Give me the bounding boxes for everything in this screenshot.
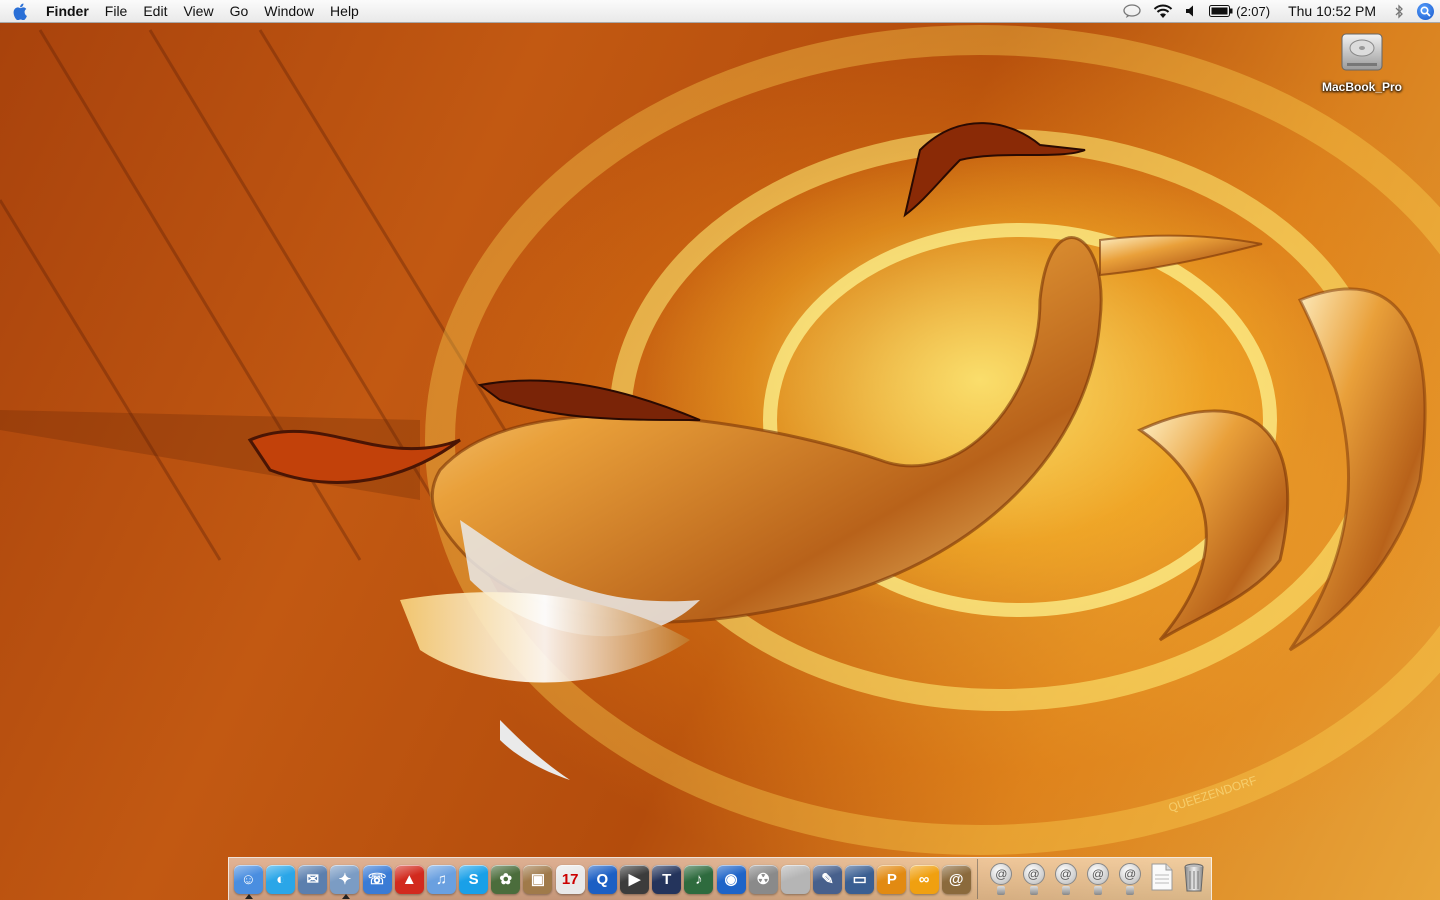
dock-item-mail-folder-5[interactable]: @: [1115, 861, 1146, 897]
iphoto-icon: ✿: [491, 864, 521, 894]
network-globe-icon: ◉: [716, 864, 746, 894]
menu-clock[interactable]: Thu 10:52 PM: [1280, 0, 1388, 22]
dock-item-ical[interactable]: 17: [555, 861, 586, 897]
dock-item-safari[interactable]: ✦: [330, 861, 361, 899]
dock-item-preview[interactable]: ▣: [523, 861, 554, 897]
dock-item-imovie[interactable]: ▶: [619, 861, 650, 897]
skype-icon: S: [459, 864, 489, 894]
dock-item-mail-folder-1[interactable]: @: [986, 861, 1017, 897]
itunes-icon: ♫: [426, 864, 456, 894]
radioactive-icon: ☢: [748, 864, 778, 894]
textedit-icon: T: [652, 864, 682, 894]
garageband-icon: ♪: [684, 864, 714, 894]
dock-item-pages[interactable]: P: [876, 861, 907, 897]
menu-help[interactable]: Help: [322, 0, 367, 22]
dock-item-fire-hydrant[interactable]: ▲: [394, 861, 425, 897]
hard-drive-icon: [1339, 30, 1385, 74]
menu-edit[interactable]: Edit: [135, 0, 175, 22]
dock-item-mail-folder-2[interactable]: @: [1018, 861, 1049, 897]
dock-item-trash[interactable]: [1179, 861, 1210, 897]
desktop-icon-macbook-pro[interactable]: MacBook_Pro: [1316, 30, 1408, 94]
ichat-icon: ☏: [362, 864, 392, 894]
dock-item-mail-folder-4[interactable]: @: [1082, 861, 1113, 897]
safari-icon: ✦: [330, 864, 360, 894]
apple-menu-icon[interactable]: [0, 0, 40, 22]
mail-folder-1-icon: @: [988, 863, 1015, 895]
address-book-icon: @: [941, 864, 971, 894]
chat-status-icon[interactable]: [1117, 0, 1147, 22]
mail-stamp-icon: ✉: [298, 864, 328, 894]
dock-separator: [976, 859, 978, 899]
spotlight-search-icon[interactable]: [1410, 0, 1440, 22]
running-indicator: [341, 894, 350, 899]
dock-item-xcode[interactable]: ✎: [812, 861, 843, 897]
menu-bar: Finder File Edit View Go Window Help (2:…: [0, 0, 1440, 23]
dock-item-garageband[interactable]: ♪: [683, 861, 714, 897]
menu-go[interactable]: Go: [222, 0, 257, 22]
xcode-icon: ✎: [813, 864, 843, 894]
dock-item-mail-folder-3[interactable]: @: [1050, 861, 1081, 897]
dock-item-itunes[interactable]: ♫: [426, 861, 457, 897]
dock-item-mail-stamp[interactable]: ✉: [297, 861, 328, 897]
menu-view[interactable]: View: [175, 0, 221, 22]
dock-item-quicktime[interactable]: Q: [587, 861, 618, 897]
imovie-icon: ▶: [620, 864, 649, 894]
olympic-rings-icon: ∞: [909, 864, 939, 894]
dock-item-dashboard[interactable]: ◐: [265, 861, 296, 897]
dock-item-iphoto[interactable]: ✿: [490, 861, 521, 897]
trash-icon: [1181, 863, 1208, 895]
document-icon: [1149, 863, 1176, 895]
preview-icon: ▣: [523, 864, 553, 894]
dock-item-radioactive[interactable]: ☢: [748, 861, 779, 897]
dock-item-apple[interactable]: [780, 861, 811, 897]
menu-file[interactable]: File: [97, 0, 136, 22]
volume-icon[interactable]: [1179, 0, 1203, 22]
dashboard-icon: ◐: [266, 864, 296, 894]
dock-item-olympic-rings[interactable]: ∞: [909, 861, 940, 897]
wifi-icon[interactable]: [1147, 0, 1179, 22]
mail-folder-3-icon: @: [1052, 863, 1079, 895]
presentation-icon: ▭: [845, 864, 875, 894]
battery-time: (2:07): [1236, 3, 1271, 19]
dock-item-document[interactable]: [1147, 861, 1178, 897]
bluetooth-icon[interactable]: [1388, 0, 1410, 22]
dock-item-ichat[interactable]: ☏: [362, 861, 393, 897]
app-menu-finder[interactable]: Finder: [40, 0, 97, 22]
dock-item-finder[interactable]: ☺: [233, 861, 264, 899]
battery-status[interactable]: (2:07): [1203, 0, 1280, 22]
dock-item-network-globe[interactable]: ◉: [716, 861, 747, 897]
desktop-icon-label: MacBook_Pro: [1321, 80, 1403, 94]
apple-icon: [780, 864, 810, 894]
menu-window[interactable]: Window: [256, 0, 322, 22]
fire-hydrant-icon: ▲: [394, 864, 424, 894]
dock-item-presentation[interactable]: ▭: [844, 861, 875, 897]
quicktime-icon: Q: [587, 864, 617, 894]
dock: ☺ ◐ ✉ ✦ ☏ ▲ ♫ S ✿ ▣ 17 Q ▶ T ♪ ◉ ☢ ✎ ▭ P ∞ @ @ @ @ @ @: [228, 857, 1212, 900]
mail-folder-5-icon: @: [1117, 863, 1144, 895]
dock-item-skype[interactable]: S: [458, 861, 489, 897]
dock-item-address-book[interactable]: @: [941, 861, 972, 897]
mail-folder-4-icon: @: [1084, 863, 1111, 895]
desktop-wallpaper: QUEEZENDORF: [0, 0, 1440, 900]
finder-icon: ☺: [233, 864, 263, 894]
battery-icon: [1209, 5, 1233, 17]
menu-extras: (2:07) Thu 10:52 PM: [1117, 0, 1440, 22]
mail-folder-2-icon: @: [1020, 863, 1047, 895]
pages-icon: P: [877, 864, 907, 894]
running-indicator: [245, 894, 253, 899]
dock-item-textedit[interactable]: T: [651, 861, 682, 897]
ical-icon: 17: [555, 864, 585, 894]
